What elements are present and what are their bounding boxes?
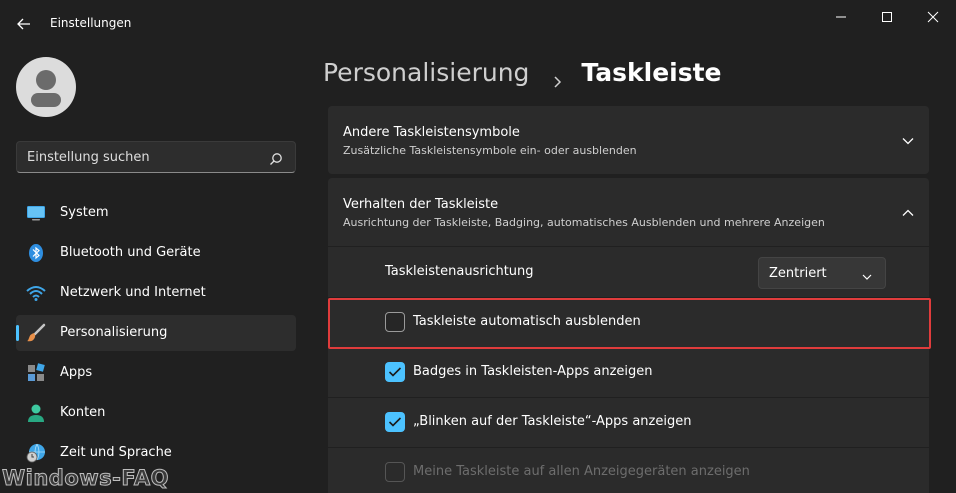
window-controls xyxy=(818,0,956,34)
setting-all-displays: Meine Taskleiste auf allen Anzeigegeräte… xyxy=(328,448,929,493)
checkmark-icon xyxy=(388,417,402,427)
title-bar: Einstellungen xyxy=(0,0,956,48)
setting-badges: Badges in Taskleisten-Apps anzeigen xyxy=(328,348,929,397)
sidebar-item-bluetooth[interactable]: Bluetooth und Geräte xyxy=(16,235,296,271)
sidebar-item-accounts[interactable]: Konten xyxy=(16,395,296,431)
sidebar-nav: System Bluetooth und Geräte Netzwerk und… xyxy=(16,195,296,475)
chevron-up-icon[interactable] xyxy=(901,205,915,219)
bluetooth-icon xyxy=(26,243,46,263)
page-title: Taskleiste xyxy=(581,58,722,87)
app-title: Einstellungen xyxy=(50,16,132,30)
sidebar-item-label: Bluetooth und Geräte xyxy=(60,245,201,260)
search-icon[interactable] xyxy=(269,151,283,165)
setting-autohide: Taskleiste automatisch ausblenden xyxy=(328,298,929,347)
sidebar-item-apps[interactable]: Apps xyxy=(16,355,296,391)
flashing-label: „Blinken auf der Taskleiste“-Apps anzeig… xyxy=(413,414,692,429)
checkmark-icon xyxy=(388,367,402,377)
search-input[interactable]: Einstellung suchen xyxy=(16,141,296,173)
sidebar-item-label: Netzwerk und Internet xyxy=(60,285,206,300)
all-displays-label: Meine Taskleiste auf allen Anzeigegeräte… xyxy=(413,464,750,479)
wifi-icon xyxy=(26,283,46,303)
sidebar-item-network[interactable]: Netzwerk und Internet xyxy=(16,275,296,311)
dropdown-value: Zentriert xyxy=(769,266,827,281)
section-title: Verhalten der Taskleiste xyxy=(343,197,499,212)
section-subtitle: Ausrichtung der Taskleiste, Badging, aut… xyxy=(343,216,825,229)
section-other-taskbar-icons[interactable]: Andere Taskleistensymbole Zusätzliche Ta… xyxy=(328,106,929,174)
globe-clock-icon xyxy=(26,443,46,463)
chevron-down-icon[interactable] xyxy=(901,133,915,147)
sidebar-item-label: Konten xyxy=(60,405,106,420)
watermark: Windows-FAQ xyxy=(2,466,169,491)
sidebar-item-personalization[interactable]: Personalisierung xyxy=(16,315,296,351)
close-button[interactable] xyxy=(910,0,956,34)
active-indicator xyxy=(16,325,19,341)
sidebar-item-system[interactable]: System xyxy=(16,195,296,231)
all-displays-checkbox xyxy=(385,462,405,482)
close-icon xyxy=(927,11,939,23)
sidebar-item-label: Apps xyxy=(60,365,93,380)
autohide-label: Taskleiste automatisch ausblenden xyxy=(413,314,641,329)
setting-taskbar-alignment: Taskleistenausrichtung Zentriert xyxy=(328,247,929,297)
alignment-label: Taskleistenausrichtung xyxy=(385,264,534,279)
section-title: Andere Taskleistensymbole xyxy=(343,125,520,140)
brush-icon xyxy=(26,323,46,343)
monitor-icon xyxy=(26,203,46,223)
sidebar-item-label: Zeit und Sprache xyxy=(60,445,172,460)
maximize-icon xyxy=(882,12,892,22)
user-avatar[interactable] xyxy=(16,57,76,117)
breadcrumb-parent[interactable]: Personalisierung xyxy=(323,58,529,87)
minimize-icon xyxy=(836,16,846,18)
apps-icon xyxy=(26,363,46,383)
chevron-down-icon xyxy=(861,268,873,280)
sidebar-item-label: Personalisierung xyxy=(60,325,168,340)
sidebar-item-label: System xyxy=(60,205,109,220)
chevron-right-icon xyxy=(551,66,565,88)
flashing-checkbox[interactable] xyxy=(385,412,405,432)
breadcrumb: Personalisierung Taskleiste xyxy=(323,58,722,88)
person-icon xyxy=(26,403,46,423)
badges-label: Badges in Taskleisten-Apps anzeigen xyxy=(413,364,653,379)
section-subtitle: Zusätzliche Taskleistensymbole ein- oder… xyxy=(343,144,637,157)
section-taskbar-behavior[interactable]: Verhalten der Taskleiste Ausrichtung der… xyxy=(328,178,929,246)
search-placeholder: Einstellung suchen xyxy=(27,150,150,165)
back-arrow-icon[interactable] xyxy=(14,14,34,34)
autohide-checkbox[interactable] xyxy=(385,312,405,332)
badges-checkbox[interactable] xyxy=(385,362,405,382)
alignment-dropdown[interactable]: Zentriert xyxy=(758,257,886,289)
maximize-button[interactable] xyxy=(864,0,910,34)
minimize-button[interactable] xyxy=(818,0,864,34)
person-avatar-icon xyxy=(31,70,61,107)
setting-flashing: „Blinken auf der Taskleiste“-Apps anzeig… xyxy=(328,398,929,447)
